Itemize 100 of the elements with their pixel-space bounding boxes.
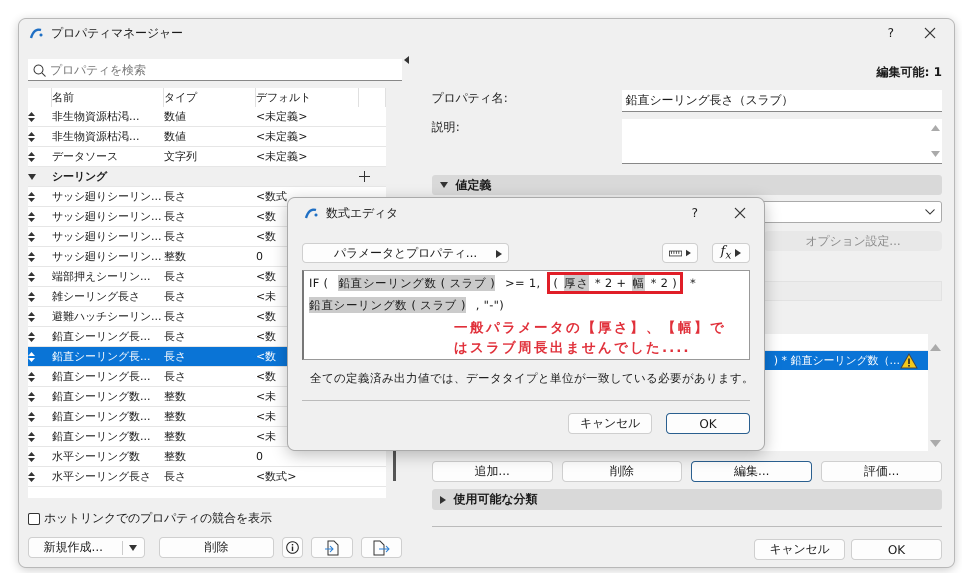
list-action-button[interactable]: 削除 [562,461,682,482]
table-cell: 長さ [164,309,186,324]
app-logo-icon [304,207,318,219]
column-header[interactable]: デフォルト [256,88,359,107]
updown-arrow-icon [28,252,35,262]
table-cell: <未定義> [256,149,308,164]
table-cell: 長さ [164,369,186,384]
section-header[interactable]: 値定義 [432,175,942,195]
table-cell: 長さ [164,289,186,304]
parameters-button[interactable]: パラメータとプロパティ... [302,243,509,263]
table-cell: 整数 [164,429,186,444]
table-cell: 整数 [164,389,186,404]
table-cell: 長さ [164,349,186,364]
table-row[interactable]: 非生物資源枯渇... 数値 <未定義> [28,127,386,147]
property-name-field[interactable]: 鉛直シーリング長さ（スラブ） [622,90,942,112]
table-cell: 端部押えシーリン... [52,269,150,284]
table-cell: 水平シーリング数 [52,449,140,464]
scroll-down-icon [930,151,940,157]
updown-arrow-icon [28,472,35,482]
export-icon [372,540,390,556]
help-button[interactable]: ? [888,26,894,40]
triangle-right-icon [496,250,502,258]
table-row[interactable]: 非生物資源枯渇... 数値 <未定義> [28,107,386,127]
updown-arrow-icon [28,352,35,362]
triangle-right-icon [686,249,691,257]
info-icon [286,541,300,554]
description-field[interactable] [622,119,942,164]
updown-arrow-icon [28,112,35,122]
list-action-button[interactable]: 追加... [432,461,553,482]
export-button[interactable] [360,537,402,558]
annotation-text: 一般パラメータの【厚さ】、【幅】で はスラブ周長出ませんでした.... [454,319,727,358]
dialog-button[interactable]: OK [851,539,942,560]
add-icon [359,171,370,182]
table-cell: <未 [256,409,276,424]
field-label: 説明: [432,119,461,136]
editable-count: 編集可能: 1 [875,64,942,79]
list-action-button[interactable]: 編集... [691,461,812,482]
list-text: ) * 鉛直シーリング数（... [774,353,900,368]
table-cell: <数 [256,229,276,244]
units-button[interactable] [662,243,698,263]
app-logo-icon [29,27,43,39]
table-cell: 長さ [164,229,186,244]
table-cell: 鉛直シーリング長... [52,369,150,384]
group-header[interactable]: シーリング [52,169,107,184]
chevron-down-icon [925,209,935,215]
delete-button[interactable]: 削除 [158,537,274,558]
updown-arrow-icon [28,312,35,322]
table-cell: 数値 [164,109,186,124]
table-cell: 非生物資源枯渇... [52,109,140,124]
scroll-up-icon [930,125,940,131]
table-cell: データソース [52,149,118,164]
updown-arrow-icon [28,192,35,202]
dialog-button[interactable]: キャンセル [568,413,652,434]
triangle-left-icon[interactable] [404,56,409,64]
dialog-button[interactable]: キャンセル [754,539,845,560]
column-header[interactable]: 名前 [52,88,164,107]
table-cell: <数 [256,369,276,384]
table-cell: <数式 [256,189,288,204]
table-cell: 数値 [164,129,186,144]
field-label: プロパティ名: [432,90,509,107]
new-button[interactable]: 新規作成... [28,537,145,558]
table-cell: サッシ廻りシーリン... [52,249,162,264]
close-icon [924,27,936,39]
dialog-button[interactable]: OK [666,413,750,434]
caret-icon [129,544,138,550]
help-button[interactable]: ? [692,206,698,220]
updown-arrow-icon [28,412,35,422]
window-title: プロパティマネージャー [51,24,183,42]
column-header[interactable]: タイプ [164,88,256,107]
table-cell: 鉛直シーリング長... [52,349,150,364]
updown-arrow-icon [28,292,35,302]
import-button[interactable] [311,537,353,558]
table-cell: 長さ [164,469,186,484]
table-cell: <未定義> [256,129,308,144]
updown-arrow-icon [28,232,35,242]
updown-arrow-icon [28,372,35,382]
table-cell: <数式> [256,469,296,484]
table-cell: <数 [256,309,276,324]
checkbox[interactable] [28,512,40,524]
table-cell: 文字列 [164,149,197,164]
search-field[interactable]: プロパティを検索 [28,59,402,81]
checkbox-label: ホットリンクでのプロパティの競合を表示 [44,510,272,527]
ruler-icon [669,250,682,256]
updown-arrow-icon [28,452,35,462]
table-cell: 鉛直シーリング数... [52,409,150,424]
table-cell: 雑シーリング長さ [52,289,140,304]
table-cell: 整数 [164,449,186,464]
close-icon [734,207,746,219]
table-row[interactable]: 水平シーリング長さ 長さ <数式> [28,467,386,487]
table-cell: 非生物資源枯渇... [52,129,140,144]
updown-arrow-icon [28,432,35,442]
table-cell: <数 [256,269,276,284]
table-cell: 0 [256,250,263,263]
function-button[interactable]: f$_{x}$ [712,243,750,263]
list-action-button[interactable]: 評価... [821,461,942,482]
info-button[interactable] [282,537,304,558]
import-icon [324,540,339,556]
table-cell: <未 [256,429,276,444]
section-header[interactable]: 使用可能な分類 [432,489,942,510]
table-cell: <数 [256,329,276,344]
